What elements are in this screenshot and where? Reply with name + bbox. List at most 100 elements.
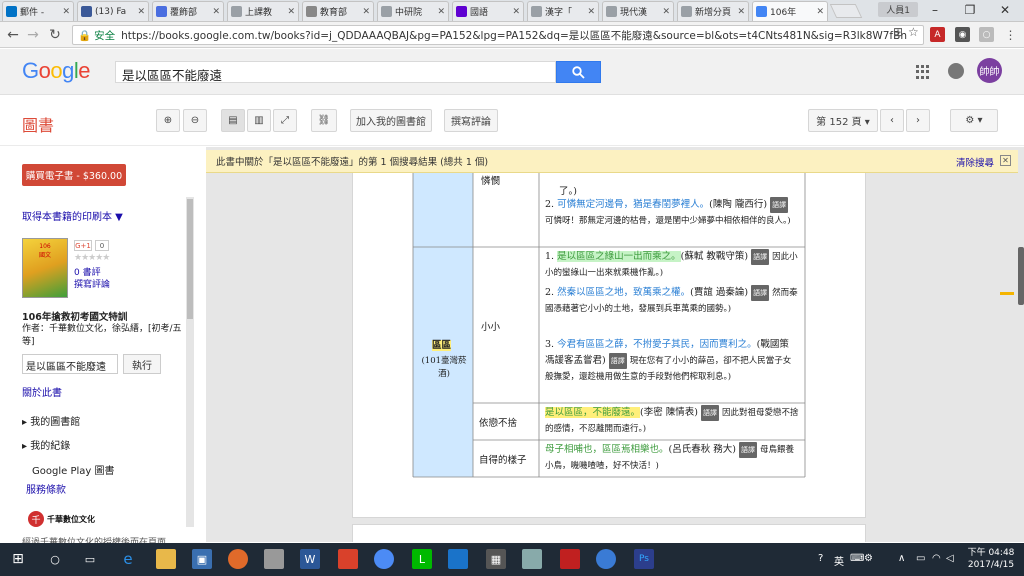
books-title[interactable]: 圖書 bbox=[22, 112, 54, 136]
app-icon[interactable] bbox=[338, 549, 358, 569]
settings-menu[interactable]: ⚙ ▾ bbox=[950, 109, 998, 132]
app-icon[interactable] bbox=[228, 549, 248, 569]
search-icon[interactable]: ○ bbox=[45, 549, 65, 569]
close-banner-icon[interactable]: ✕ bbox=[1000, 155, 1011, 166]
app-icon[interactable] bbox=[596, 549, 616, 569]
browser-user-badge[interactable]: 人員1 bbox=[878, 2, 918, 17]
sidebar-scroll-thumb[interactable] bbox=[187, 199, 193, 319]
search-input[interactable]: 是以區區不能廢遠 bbox=[115, 61, 556, 83]
app-icon[interactable] bbox=[448, 549, 468, 569]
close-tab-icon[interactable]: ✕ bbox=[137, 7, 145, 17]
calculator-icon[interactable]: ▦ bbox=[486, 549, 506, 569]
zoom-in-icon[interactable]: ⊕ bbox=[156, 109, 180, 132]
word-icon[interactable]: W bbox=[300, 549, 320, 569]
google-play-books-link[interactable]: Google Play 圖書 bbox=[32, 462, 114, 477]
app-icon[interactable] bbox=[560, 549, 580, 569]
browser-tab[interactable]: 國語 ✕ bbox=[452, 1, 524, 21]
translate-icon[interactable]: ⊞ bbox=[893, 25, 903, 39]
network-icon[interactable]: ▭ bbox=[916, 553, 925, 564]
search-hit-marker[interactable] bbox=[1000, 292, 1014, 295]
browser-tab[interactable]: 現代漢 ✕ bbox=[602, 1, 674, 21]
bookmark-star-icon[interactable]: ☆ bbox=[908, 25, 919, 39]
maximize-button[interactable]: ❐ bbox=[953, 0, 987, 20]
close-tab-icon[interactable]: ✕ bbox=[362, 7, 370, 17]
extension-icon[interactable]: ○ bbox=[979, 27, 994, 42]
task-view-icon[interactable]: ▭ bbox=[80, 549, 100, 569]
write-review-link[interactable]: 撰寫評論 bbox=[74, 277, 110, 290]
close-tab-icon[interactable]: ✕ bbox=[512, 7, 520, 17]
about-book-link[interactable]: 關於此書 bbox=[22, 384, 62, 399]
close-tab-icon[interactable]: ✕ bbox=[437, 7, 445, 17]
my-history-item[interactable]: ▸ 我的紀錄 bbox=[22, 437, 70, 452]
pdf-extension-icon[interactable]: A bbox=[930, 27, 945, 42]
google-logo[interactable]: Google bbox=[22, 58, 91, 84]
terms-link[interactable]: 服務條款 bbox=[26, 481, 66, 496]
apps-grid-icon[interactable] bbox=[916, 65, 930, 79]
url-field[interactable]: 🔒 安全 https://books.google.com.tw/books?i… bbox=[72, 25, 924, 45]
forward-icon[interactable]: → bbox=[24, 26, 42, 44]
close-tab-icon[interactable]: ✕ bbox=[212, 7, 220, 17]
search-in-book-input[interactable]: 是以區區不能廢遠 bbox=[22, 354, 118, 374]
close-tab-icon[interactable]: ✕ bbox=[287, 7, 295, 17]
viewer-scrollbar-thumb[interactable] bbox=[1018, 247, 1024, 305]
browser-tab[interactable]: 新增分頁 ✕ bbox=[677, 1, 749, 21]
edge-browser-icon[interactable]: e bbox=[118, 549, 138, 569]
browser-tab[interactable]: 漢字「 ✕ bbox=[527, 1, 599, 21]
system-clock[interactable]: 下午 04:48 2017/4/15 bbox=[962, 547, 1020, 571]
browser-tab[interactable]: 中研院 ✕ bbox=[377, 1, 449, 21]
book-viewer[interactable]: 此書中關於「是以區區不能廢遠」的第 1 個搜尋結果 (總共 1 個) 清除搜尋 … bbox=[206, 147, 1024, 542]
settings-icon[interactable]: ⚙ bbox=[864, 553, 873, 564]
app-icon[interactable] bbox=[264, 549, 284, 569]
help-icon[interactable]: ? bbox=[818, 553, 823, 564]
close-tab-icon[interactable]: ✕ bbox=[816, 7, 824, 17]
prev-page-button[interactable]: ‹ bbox=[880, 109, 904, 132]
next-page-button[interactable]: › bbox=[906, 109, 930, 132]
reload-icon[interactable]: ↻ bbox=[46, 26, 64, 44]
chrome-icon[interactable] bbox=[374, 549, 394, 569]
get-print-link[interactable]: 取得本書籍的印刷本 ▼ bbox=[22, 208, 123, 223]
new-tab-button[interactable] bbox=[829, 4, 863, 18]
browser-tab[interactable]: 106年 ✕ bbox=[752, 1, 828, 21]
avatar[interactable]: 帥帥 bbox=[977, 58, 1002, 83]
menu-dots-icon[interactable]: ⋮ bbox=[1003, 27, 1018, 42]
extension-icon[interactable]: ◉ bbox=[955, 27, 970, 42]
my-library-item[interactable]: ▸ 我的圖書館 bbox=[22, 413, 80, 428]
browser-tab[interactable]: 教育部 ✕ bbox=[302, 1, 374, 21]
close-window-button[interactable]: ✕ bbox=[988, 0, 1022, 20]
browser-tab[interactable]: (13) Fa ✕ bbox=[77, 1, 149, 21]
back-icon[interactable]: ← bbox=[4, 26, 22, 44]
search-button[interactable] bbox=[556, 61, 601, 83]
buy-ebook-button[interactable]: 購買電子書 - $360.00 bbox=[22, 164, 126, 186]
two-page-view-icon[interactable]: ▥ bbox=[247, 109, 271, 132]
wifi-icon[interactable]: ◠ bbox=[932, 553, 941, 564]
fullscreen-icon[interactable]: ⤢ bbox=[273, 109, 297, 132]
minimize-button[interactable]: – bbox=[918, 0, 952, 20]
link-icon[interactable]: ⛓ bbox=[311, 109, 337, 132]
line-icon[interactable]: L bbox=[412, 549, 432, 569]
clear-search-link[interactable]: 清除搜尋 bbox=[956, 155, 994, 169]
browser-tab[interactable]: 郵件 - ✕ bbox=[2, 1, 74, 21]
write-review-button[interactable]: 撰寫評論 bbox=[444, 109, 498, 132]
search-in-book-button[interactable]: 執行 bbox=[123, 354, 161, 374]
close-tab-icon[interactable]: ✕ bbox=[662, 7, 670, 17]
browser-tab[interactable]: 上課教 ✕ bbox=[227, 1, 299, 21]
close-tab-icon[interactable]: ✕ bbox=[737, 7, 745, 17]
rating-stars[interactable]: ★★★★★ bbox=[74, 253, 110, 263]
close-tab-icon[interactable]: ✕ bbox=[587, 7, 595, 17]
zoom-out-icon[interactable]: ⊖ bbox=[183, 109, 207, 132]
gplus-button[interactable]: G+1 bbox=[74, 240, 92, 251]
ime-icon[interactable]: ⌨ bbox=[850, 553, 864, 564]
close-tab-icon[interactable]: ✕ bbox=[62, 7, 70, 17]
input-language[interactable]: 英 bbox=[834, 553, 844, 568]
tray-expand-icon[interactable]: ∧ bbox=[898, 553, 905, 564]
app-icon[interactable] bbox=[522, 549, 542, 569]
browser-tab[interactable]: 覆飾部 ✕ bbox=[152, 1, 224, 21]
file-explorer-icon[interactable] bbox=[156, 549, 176, 569]
photoshop-icon[interactable]: Ps bbox=[634, 549, 654, 569]
add-to-library-button[interactable]: 加入我的圖書館 bbox=[350, 109, 432, 132]
page-select[interactable]: 第 152 頁 ▾ bbox=[808, 109, 878, 132]
notifications-icon[interactable] bbox=[948, 63, 964, 79]
book-cover[interactable]: 106 國文 bbox=[22, 238, 68, 298]
volume-icon[interactable]: ◁ bbox=[946, 553, 954, 564]
windows-start-icon[interactable]: ⊞ bbox=[8, 549, 28, 569]
